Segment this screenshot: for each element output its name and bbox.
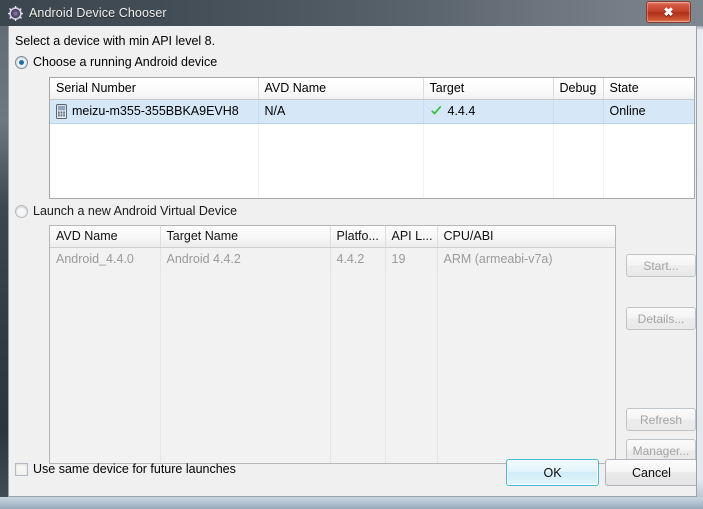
avd-cell-cpuabi: ARM (armeabi-v7a) — [437, 247, 615, 271]
window-bottom-frame — [0, 497, 703, 509]
refresh-button[interactable]: Refresh — [626, 408, 696, 431]
phone-icon — [56, 103, 67, 119]
avd-col-api[interactable]: API L... — [385, 226, 438, 248]
table-row[interactable] — [50, 196, 694, 198]
avd-col-platform[interactable]: Platfo... — [330, 226, 386, 248]
title-bar[interactable]: Android Device Chooser ✖ — [0, 0, 703, 26]
close-button[interactable]: ✖ — [646, 1, 691, 23]
cancel-button[interactable]: Cancel — [605, 459, 696, 486]
checkbox-box[interactable] — [15, 462, 28, 476]
start-button[interactable]: Start... — [626, 254, 696, 277]
device-cell-serial: meizu-m355-355BBKA9EVH8 — [50, 99, 259, 124]
device-col-avd[interactable]: AVD Name — [258, 78, 424, 100]
ok-button[interactable]: OK — [506, 459, 599, 486]
table-row[interactable] — [50, 148, 694, 172]
avd-cell-name: Android_4.4.0 — [50, 247, 161, 271]
table-row[interactable] — [50, 415, 615, 439]
table-row[interactable] — [50, 123, 694, 148]
radio-choose-running-device[interactable]: Choose a running Android device — [15, 55, 217, 69]
table-row[interactable] — [50, 367, 615, 391]
instruction-text: Select a device with min API level 8. — [15, 34, 216, 48]
avd-col-target[interactable]: Target Name — [160, 226, 331, 248]
radio-label-new-avd: Launch a new Android Virtual Device — [33, 204, 238, 218]
device-col-debug[interactable]: Debug — [553, 78, 604, 100]
table-row[interactable] — [50, 295, 615, 319]
details-button[interactable]: Details... — [626, 307, 696, 330]
window-right-frame — [697, 0, 703, 509]
avd-table-header-row: AVD Name Target Name Platfo... API L... … — [50, 226, 615, 248]
use-same-device-checkbox[interactable]: Use same device for future launches — [15, 462, 236, 476]
radio-button-new-avd[interactable] — [15, 204, 28, 218]
table-row[interactable] — [50, 391, 615, 415]
radio-launch-new-avd[interactable]: Launch a new Android Virtual Device — [15, 204, 237, 218]
table-row[interactable] — [50, 343, 615, 367]
device-col-serial[interactable]: Serial Number — [50, 78, 259, 100]
device-target-text: 4.4.4 — [447, 104, 476, 118]
table-row[interactable]: Android_4.4.0 Android 4.4.2 4.4.2 19 ARM… — [50, 247, 615, 271]
table-row[interactable] — [50, 172, 694, 196]
avd-cell-api: 19 — [385, 247, 438, 271]
avd-cell-platform: 4.4.2 — [330, 247, 386, 271]
close-icon: ✖ — [663, 5, 674, 19]
device-cell-target: 4.4.4 — [423, 99, 554, 124]
avd-col-name[interactable]: AVD Name — [50, 226, 161, 248]
device-cell-avd: N/A — [258, 99, 424, 124]
use-same-device-label: Use same device for future launches — [33, 462, 236, 476]
avd-table[interactable]: AVD Name Target Name Platfo... API L... … — [49, 225, 616, 464]
android-device-chooser-window: Android Device Chooser ✖ Select a device… — [0, 0, 703, 509]
radio-button-running[interactable] — [15, 55, 28, 69]
table-row[interactable]: meizu-m355-355BBKA9EVH8 N/A 4.4.4 Online — [50, 99, 694, 124]
avd-cell-target: Android 4.4.2 — [160, 247, 331, 271]
window-title: Android Device Chooser — [29, 6, 167, 20]
device-col-target[interactable]: Target — [423, 78, 554, 100]
device-cell-debug — [553, 99, 604, 124]
table-row[interactable] — [50, 271, 615, 295]
green-check-icon — [430, 105, 443, 118]
window-left-frame — [0, 0, 8, 509]
radio-label-running: Choose a running Android device — [33, 55, 218, 69]
device-table-header-row: Serial Number AVD Name Target Debug Stat… — [50, 78, 694, 100]
running-devices-table[interactable]: Serial Number AVD Name Target Debug Stat… — [49, 77, 695, 199]
dialog-body: Select a device with min API level 8. Ch… — [8, 26, 697, 497]
device-serial-text: meizu-m355-355BBKA9EVH8 — [72, 104, 239, 118]
gear-icon — [8, 5, 23, 21]
table-row[interactable] — [50, 319, 615, 343]
device-cell-state: Online — [603, 99, 694, 124]
device-col-state[interactable]: State — [603, 78, 694, 100]
avd-col-cpuabi[interactable]: CPU/ABI — [437, 226, 615, 248]
